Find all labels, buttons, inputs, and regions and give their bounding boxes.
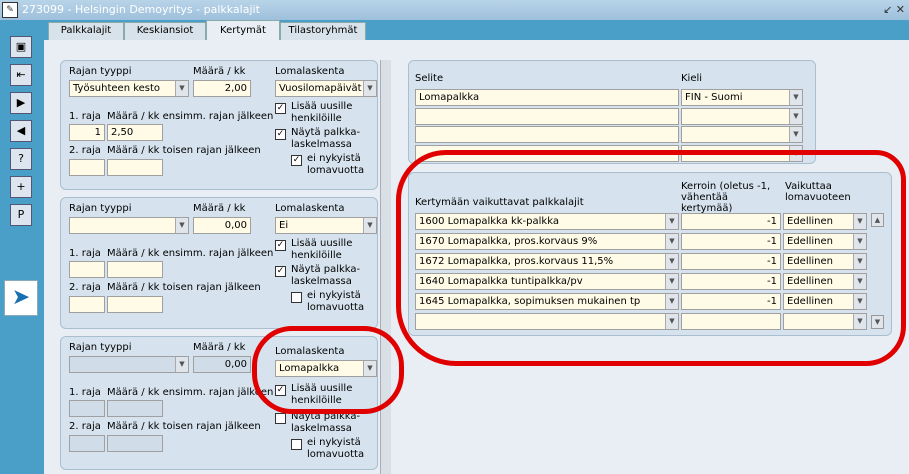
amount-field[interactable]: 0,00 — [193, 217, 251, 234]
limit-type-label: Rajan tyyppi — [69, 203, 132, 214]
after2-label: Määrä / kk toisen rajan jälkeen — [107, 421, 261, 432]
after2-label: Määrä / kk toisen rajan jälkeen — [107, 145, 261, 156]
tab-keskiansiot[interactable]: Keskiansiot — [124, 22, 206, 40]
not-current-checkbox[interactable] — [291, 292, 302, 303]
kieli-select[interactable]: ▼ — [681, 126, 803, 143]
chevron-down-icon[interactable]: ▼ — [363, 218, 376, 233]
show-calc-label: Näytä palkka-laskelmassa — [291, 264, 361, 287]
limit-type-select[interactable]: ▼ — [69, 356, 189, 373]
previous-record-icon[interactable]: ◀ — [10, 120, 32, 142]
chevron-down-icon[interactable]: ▼ — [789, 127, 802, 142]
not-current-label: ei nykyistä lomavuotta — [307, 290, 365, 313]
after1-field[interactable]: 2,50 — [107, 124, 163, 141]
limit2-field[interactable] — [69, 296, 105, 313]
annotation-circle-accumulation — [396, 150, 906, 366]
show-calc-checkbox[interactable]: ✓ — [275, 129, 286, 140]
add-new-label: Lisää uusille henkilöille — [291, 101, 353, 124]
limit1-label: 1. raja — [69, 387, 101, 398]
limit2-label: 2. raja — [69, 145, 101, 156]
limit-type-select[interactable]: Työsuhteen kesto ▼ — [69, 80, 189, 97]
description-panel: Selite Kieli Lomapalkka FIN - Suomi ▼ ▼ ▼… — [408, 60, 816, 164]
limit1-field[interactable]: 1 — [69, 124, 105, 141]
show-calc-checkbox[interactable]: ✓ — [275, 266, 286, 277]
annotation-circle-lomalaskenta — [252, 326, 404, 414]
selite-field[interactable] — [415, 108, 679, 125]
kieli-select[interactable]: FIN - Suomi ▼ — [681, 89, 803, 106]
tab-palkkalajit[interactable]: Palkkalajit — [48, 22, 124, 40]
after1-field[interactable] — [107, 400, 163, 417]
show-calc-label: Näytä palkka-laskelmassa — [291, 127, 361, 150]
kieli-header: Kieli — [681, 73, 703, 84]
chevron-down-icon[interactable]: ▼ — [175, 357, 188, 372]
after2-field[interactable] — [107, 296, 163, 313]
not-current-label: ei nykyistä lomavuotta — [307, 153, 365, 176]
query-icon[interactable]: ? — [10, 148, 32, 170]
after1-label: Määrä / kk ensimm. rajan jälkeen — [107, 111, 274, 122]
chevron-down-icon[interactable]: ▼ — [175, 81, 188, 96]
kieli-select[interactable]: ▼ — [681, 108, 803, 125]
add-new-label: Lisää uusille henkilöille — [291, 238, 353, 261]
limit-type-select[interactable]: ▼ — [69, 217, 189, 234]
limit1-field[interactable] — [69, 400, 105, 417]
limit1-field[interactable] — [69, 261, 105, 278]
not-current-label: ei nykyistä lomavuotta — [307, 437, 365, 460]
limit2-field[interactable] — [69, 159, 105, 176]
selite-field[interactable]: Lomapalkka — [415, 89, 679, 106]
vacation-label: Lomalaskenta — [275, 203, 345, 214]
selite-header: Selite — [415, 73, 444, 84]
amount-label: Määrä / kk — [193, 203, 246, 214]
limit-panel-2: Rajan tyyppi ▼ Määrä / kk 0,00 Lomalaske… — [60, 197, 378, 329]
vacation-select[interactable]: Ei ▼ — [275, 217, 377, 234]
after1-field[interactable] — [107, 261, 163, 278]
new-record-icon[interactable]: + — [10, 176, 32, 198]
add-new-checkbox[interactable]: ✓ — [275, 240, 286, 251]
window-title: 273099 - Helsingin Demoyritys - palkkala… — [22, 3, 260, 16]
amount-label: Määrä / kk — [193, 66, 246, 77]
tab-kertymat[interactable]: Kertymät — [206, 20, 280, 41]
amount-field[interactable]: 2,00 — [193, 80, 251, 97]
limit-type-label: Rajan tyyppi — [69, 66, 132, 77]
title-bar: ✎ 273099 - Helsingin Demoyritys - palkka… — [0, 0, 909, 20]
show-calc-label: Näytä palkka-laskelmassa — [291, 411, 361, 434]
after1-label: Määrä / kk ensimm. rajan jälkeen — [107, 248, 274, 259]
not-current-checkbox[interactable]: ✓ — [291, 155, 302, 166]
vacation-label: Lomalaskenta — [275, 66, 345, 77]
amount-label: Määrä / kk — [193, 342, 246, 353]
amount-field[interactable]: 0,00 — [193, 356, 251, 373]
logo-icon[interactable]: ➤ — [4, 280, 38, 316]
selite-field[interactable] — [415, 126, 679, 143]
chevron-down-icon[interactable]: ▼ — [175, 218, 188, 233]
limit-type-label: Rajan tyyppi — [69, 342, 132, 353]
save-icon[interactable]: ▣ — [10, 36, 32, 58]
show-calc-checkbox[interactable] — [275, 413, 286, 424]
chevron-down-icon[interactable]: ▼ — [789, 90, 802, 105]
tab-tilastoryhmat[interactable]: Tilastoryhmät — [280, 22, 366, 40]
p-button[interactable]: P — [10, 204, 32, 226]
after2-label: Määrä / kk toisen rajan jälkeen — [107, 282, 261, 293]
after1-label: Määrä / kk ensimm. rajan jälkeen — [107, 387, 274, 398]
next-record-icon[interactable]: ▶ — [10, 92, 32, 114]
limit2-label: 2. raja — [69, 282, 101, 293]
limits-scrollbar[interactable] — [380, 60, 391, 474]
app-icon: ✎ — [2, 2, 18, 18]
limit1-label: 1. raja — [69, 248, 101, 259]
main-area: Rajan tyyppi Työsuhteen kesto ▼ Määrä / k… — [44, 40, 909, 474]
limit2-label: 2. raja — [69, 421, 101, 432]
exit-icon[interactable]: ⇤ — [10, 64, 32, 86]
chevron-down-icon[interactable]: ▼ — [789, 109, 802, 124]
after2-field[interactable] — [107, 435, 163, 452]
limit-panel-1: Rajan tyyppi Työsuhteen kesto ▼ Määrä / k… — [60, 60, 378, 190]
limit1-label: 1. raja — [69, 111, 101, 122]
limit2-field[interactable] — [69, 435, 105, 452]
window-controls[interactable]: ↙ ✕ — [883, 0, 905, 20]
chevron-down-icon[interactable]: ▼ — [363, 81, 376, 96]
not-current-checkbox[interactable] — [291, 439, 302, 450]
after2-field[interactable] — [107, 159, 163, 176]
vacation-select[interactable]: Vuosilomapäivät ▼ — [275, 80, 377, 97]
add-new-checkbox[interactable]: ✓ — [275, 103, 286, 114]
